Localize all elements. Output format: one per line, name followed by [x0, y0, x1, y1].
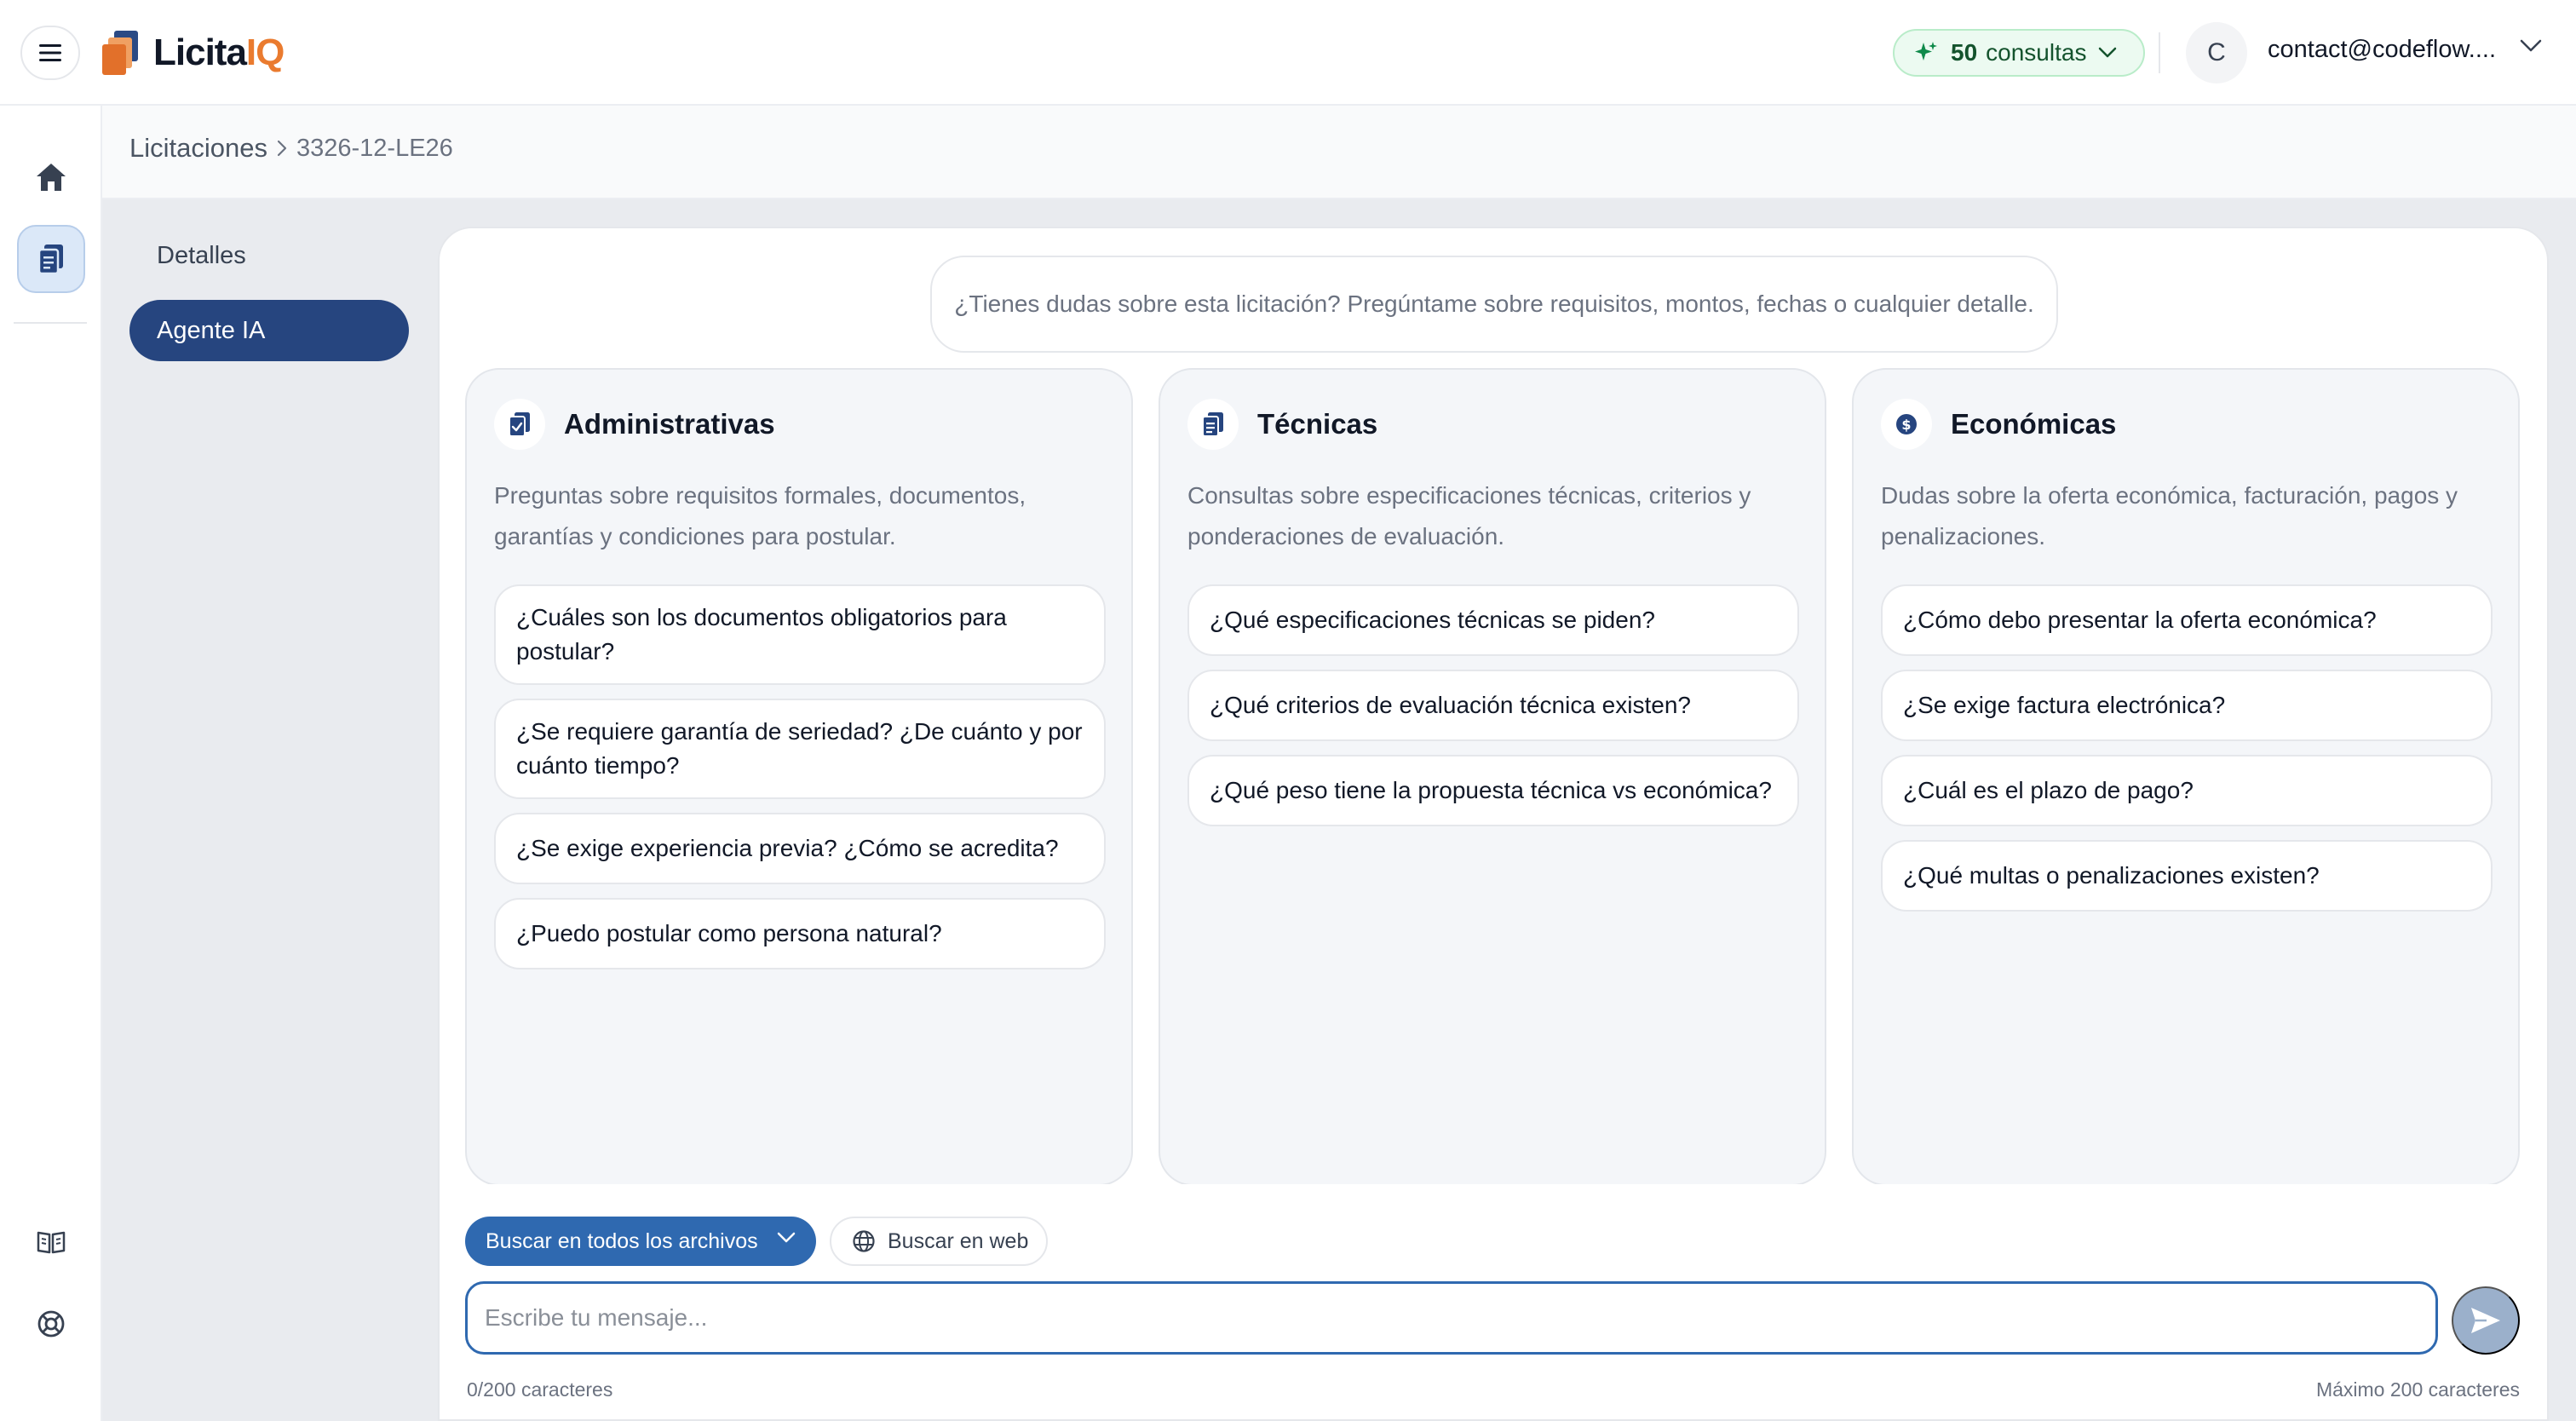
open-book-icon — [37, 1231, 66, 1254]
breadcrumb-current: 3326-12-LE26 — [296, 134, 453, 162]
chevron-down-icon — [2099, 47, 2117, 58]
category-card-administrativas: Administrativas Preguntas sobre requisit… — [465, 368, 1133, 1186]
card-title: Técnicas — [1257, 408, 1378, 440]
chevron-down-icon — [777, 1232, 796, 1243]
card-header: $ Económicas — [1881, 399, 2116, 450]
rail-divider — [14, 322, 87, 324]
clipboard-check-icon — [494, 399, 545, 450]
subnav-item-details[interactable]: Detalles — [129, 225, 409, 286]
credits-badge[interactable]: 50 consultas — [1893, 29, 2145, 77]
rail-tenders-button[interactable] — [17, 225, 85, 293]
suggested-question[interactable]: ¿Se exige experiencia previa? ¿Cómo se a… — [494, 813, 1106, 884]
credits-label: consultas — [1986, 39, 2087, 66]
search-scope-label: Buscar en todos los archivos — [486, 1228, 758, 1253]
card-title: Económicas — [1951, 408, 2117, 440]
sparkle-icon — [1915, 42, 1937, 60]
chevron-right-icon — [276, 139, 288, 158]
svg-text:$: $ — [1901, 417, 1911, 433]
card-title: Administrativas — [564, 408, 775, 440]
search-web-toggle[interactable]: Buscar en web — [830, 1217, 1048, 1266]
card-description: Consultas sobre especificaciones técnica… — [1187, 482, 1751, 549]
dollar-coin-icon: $ — [1881, 399, 1932, 450]
user-email[interactable]: contact@codeflow.... — [2268, 36, 2496, 64]
globe-icon — [852, 1229, 876, 1253]
card-header: Administrativas — [494, 399, 775, 450]
app-logo[interactable]: LicitaIQ — [102, 26, 285, 80]
menu-icon — [39, 44, 61, 61]
rail-docs-button[interactable] — [17, 1208, 85, 1276]
breadcrumb: Licitaciones 3326-12-LE26 — [129, 133, 453, 164]
suggested-question[interactable]: ¿Qué peso tiene la propuesta técnica vs … — [1187, 755, 1799, 826]
clipboard-stack-icon — [37, 245, 63, 275]
suggested-question[interactable]: ¿Se exige factura electrónica? — [1881, 670, 2493, 741]
category-card-tecnicas: Técnicas Consultas sobre especificacione… — [1159, 368, 1826, 1186]
rail-home-button[interactable] — [17, 143, 85, 211]
subnav-item-label: Detalles — [157, 241, 246, 269]
message-composer: Buscar en todos los archivos Buscar en w… — [440, 1184, 2547, 1419]
char-limit-label: Máximo 200 caracteres — [2315, 1378, 2520, 1401]
lifebuoy-icon — [37, 1310, 65, 1338]
send-button[interactable] — [2452, 1286, 2520, 1355]
suggested-question[interactable]: ¿Cuáles son los documentos obligatorios … — [494, 584, 1106, 685]
char-counter: 0/200 caracteres — [467, 1378, 613, 1401]
send-icon — [2471, 1308, 2500, 1333]
suggested-question[interactable]: ¿Cómo debo presentar la oferta económica… — [1881, 584, 2493, 656]
suggested-question[interactable]: ¿Se requiere garantía de seriedad? ¿De c… — [494, 699, 1106, 799]
breadcrumb-bar: Licitaciones 3326-12-LE26 — [102, 106, 2576, 199]
message-input[interactable] — [465, 1281, 2438, 1355]
suggested-question[interactable]: ¿Qué criterios de evaluación técnica exi… — [1187, 670, 1799, 741]
suggested-question[interactable]: ¿Qué especificaciones técnicas se piden? — [1187, 584, 1799, 656]
user-menu-chevron-icon[interactable] — [2520, 39, 2542, 53]
search-web-label: Buscar en web — [888, 1228, 1029, 1253]
home-icon — [37, 164, 66, 191]
card-description: Dudas sobre la oferta económica, factura… — [1881, 482, 2458, 549]
intro-message: ¿Tienes dudas sobre esta licitación? Pre… — [930, 256, 2058, 353]
detail-subnav: Detalles Agente IA — [102, 199, 440, 1421]
card-description: Preguntas sobre requisitos formales, doc… — [494, 482, 1026, 549]
ai-agent-panel: ¿Tienes dudas sobre esta licitación? Pre… — [438, 227, 2549, 1421]
avatar[interactable]: C — [2186, 22, 2247, 83]
subnav-item-ai-agent[interactable]: Agente IA — [129, 300, 409, 361]
suggested-question[interactable]: ¿Puedo postular como persona natural? — [494, 898, 1106, 969]
search-scope-dropdown[interactable]: Buscar en todos los archivos — [465, 1217, 816, 1266]
suggested-question[interactable]: ¿Qué multas o penalizaciones existen? — [1881, 840, 2493, 912]
suggested-question[interactable]: ¿Cuál es el plazo de pago? — [1881, 755, 2493, 826]
hamburger-menu-button[interactable] — [20, 26, 80, 80]
rail-support-button[interactable] — [17, 1290, 85, 1358]
breadcrumb-root-link[interactable]: Licitaciones — [129, 133, 267, 164]
top-header: LicitaIQ 50 consultas C contact@codeflow… — [0, 0, 2576, 106]
category-card-economicas: $ Económicas Dudas sobre la oferta econó… — [1852, 368, 2520, 1186]
left-rail — [0, 106, 102, 1421]
logo-wordmark: LicitaIQ — [153, 32, 285, 73]
header-divider — [2159, 32, 2160, 73]
credits-count: 50 — [1951, 39, 1978, 66]
subnav-item-label: Agente IA — [157, 316, 266, 344]
clipboard-list-icon — [1187, 399, 1239, 450]
card-header: Técnicas — [1187, 399, 1377, 450]
logo-mark-icon — [102, 31, 138, 75]
